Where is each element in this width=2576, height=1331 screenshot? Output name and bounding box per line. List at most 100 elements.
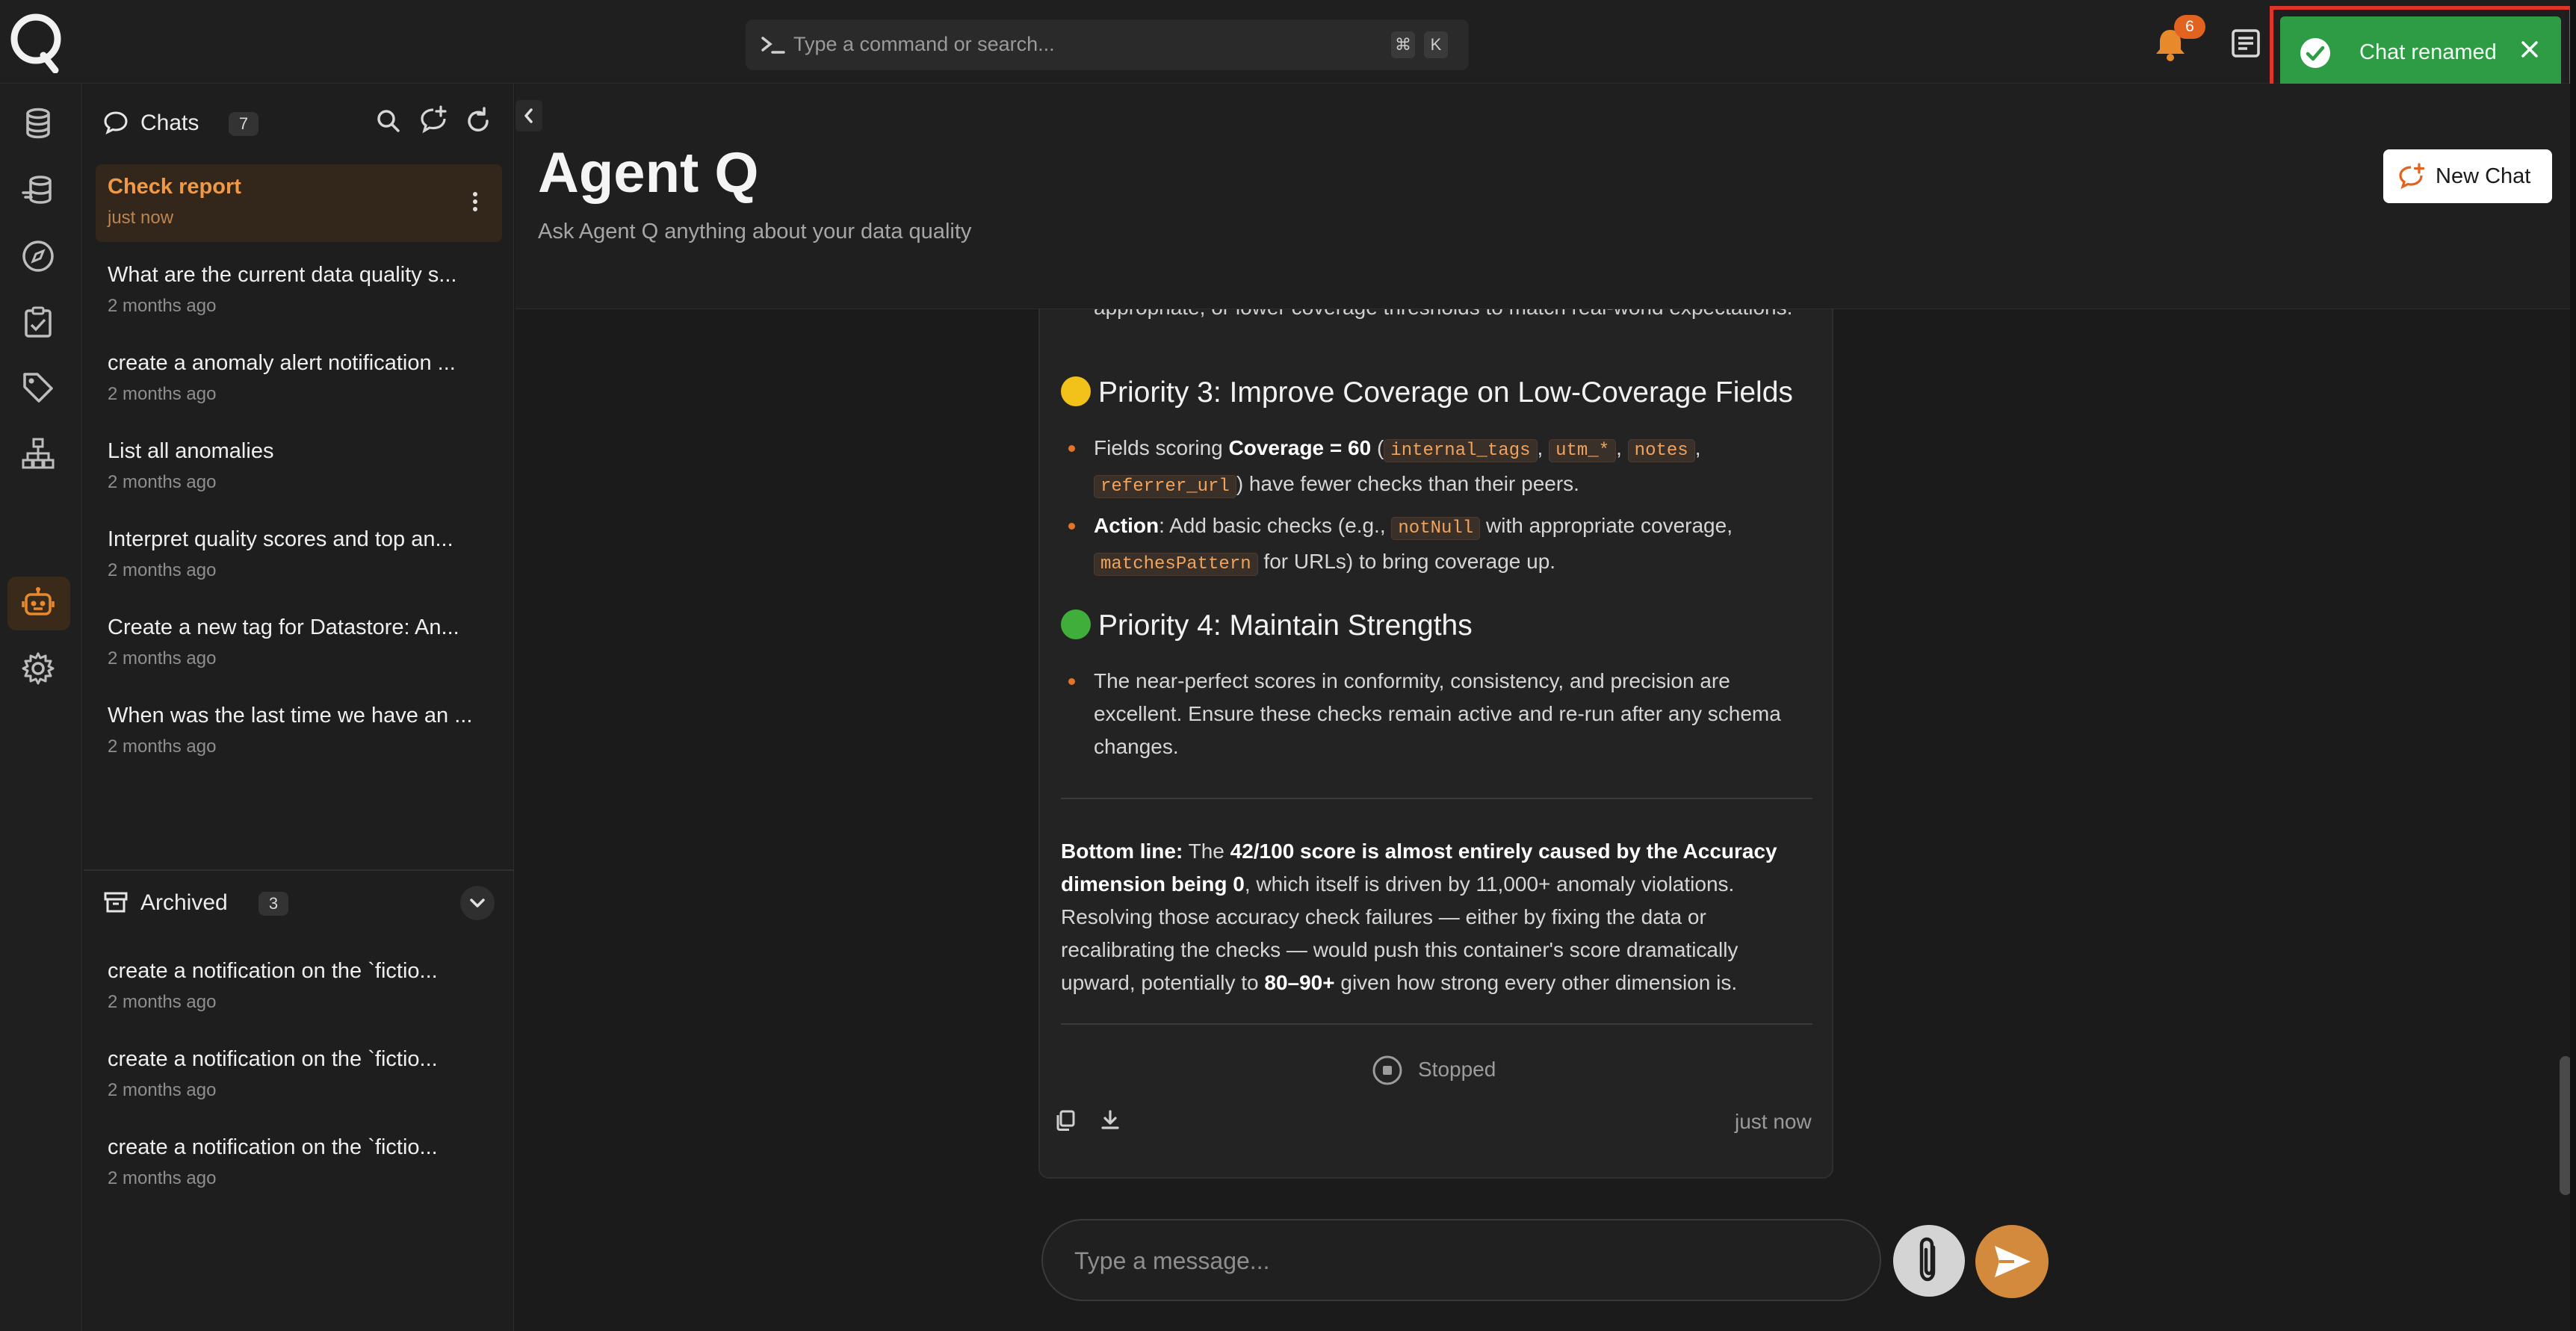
attach-button[interactable] [1893,1225,1965,1297]
archived-expand-button[interactable] [460,886,495,920]
settings-icon[interactable] [21,651,55,686]
toast-chat-renamed: Chat renamed [2280,16,2561,88]
priority-3-bullet-2: Action: Add basic checks (e.g., notNull … [1061,509,1808,581]
notifications-count-badge: 6 [2174,15,2205,39]
new-chat-label: New Chat [2436,164,2531,188]
copy-icon[interactable] [1053,1108,1077,1132]
refresh-icon[interactable] [462,105,495,137]
priority-3-bullet-1: Fields scoring Coverage = 60 (internal_t… [1061,432,1808,503]
send-button[interactable] [1975,1225,2049,1298]
page-subtitle: Ask Agent Q anything about your data qua… [538,220,972,243]
code-matchespattern: matchesPattern [1094,553,1258,576]
chat-item[interactable]: Interpret quality scores and top an... 2… [96,517,502,595]
chat-content-area: appropriate, or lower coverage threshold… [515,309,2576,1331]
more-options-icon[interactable] [466,185,484,218]
stop-circle-icon [1372,1055,1402,1085]
chat-item-title: Check report [108,175,241,199]
priority-3-heading: Priority 3: Improve Coverage on Low-Cove… [1061,376,1793,409]
close-toast-icon[interactable] [2518,37,2542,61]
chat-item-title: create a notification on the `fictio... [108,1135,438,1159]
code-utm: utm_* [1549,439,1617,462]
archived-title: Archived [140,890,228,915]
message-timestamp: just now [1735,1110,1812,1133]
window-edge [2570,0,2576,1331]
chat-bubble-icon [104,111,128,134]
new-chat-button[interactable]: New Chat [2383,149,2552,203]
chat-item-title: Create a new tag for Datastore: An... [108,615,459,639]
message-placeholder: Type a message... [1074,1247,1270,1274]
chat-item[interactable]: List all anomalies 2 months ago [96,429,502,506]
priority-4-list: The near-perfect scores in conformity, c… [1061,665,1808,769]
status-label: Stopped [1418,1058,1496,1081]
archived-count-badge: 3 [258,892,288,916]
chat-item[interactable]: What are the current data quality s... 2… [96,252,502,330]
collapse-panel-button[interactable] [515,100,542,131]
paperclip-icon [1919,1237,1936,1282]
release-notes-icon[interactable] [2229,27,2262,60]
separator-line [1061,798,1812,799]
chat-list-panel: Chats 7 Check report just now What are t… [84,84,514,1331]
yellow-circle-icon [1061,376,1091,406]
priority-3-title: Priority 3: Improve Coverage on Low-Cove… [1098,376,1793,409]
chat-item-time: 2 months ago [108,296,217,316]
archived-item[interactable]: create a notification on the `fictio... … [96,1125,502,1203]
page-title: Agent Q [538,141,759,205]
chat-item-title: List all anomalies [108,439,274,463]
terminal-prompt-icon [761,37,785,54]
chat-item-title: create a notification on the `fictio... [108,1047,438,1071]
priority-4-title: Priority 4: Maintain Strengths [1098,609,1473,642]
chat-item-time: 2 months ago [108,992,217,1012]
database-icon[interactable] [21,106,55,140]
shortcut-cmd-key: ⌘ [1391,31,1415,58]
qualytics-logo-icon[interactable] [9,10,66,73]
chat-item[interactable]: create a anomaly alert notification ... … [96,341,502,418]
lineage-icon[interactable] [21,436,55,471]
archived-item[interactable]: create a notification on the `fictio... … [96,1037,502,1114]
chat-item[interactable]: When was the last time we have an ... 2 … [96,693,502,771]
command-search-bar[interactable]: Type a command or search... ⌘ K [746,19,1469,70]
panel-divider [84,869,514,871]
chat-item[interactable]: Create a new tag for Datastore: An... 2 … [96,605,502,683]
priority-3-list: Fields scoring Coverage = 60 (internal_t… [1061,432,1808,587]
checks-icon[interactable] [21,305,55,339]
chat-item-title: What are the current data quality s... [108,263,457,287]
code-referrer-url: referrer_url [1094,475,1236,498]
chat-item-title: create a notification on the `fictio... [108,959,438,983]
separator-line [1061,1023,1812,1025]
chat-item-time: 2 months ago [108,384,217,404]
explore-icon[interactable] [21,239,55,273]
search-chats-icon[interactable] [372,105,405,137]
new-chat-icon [2399,163,2425,190]
chat-item-time: 2 months ago [108,560,217,580]
navigation-rail [0,84,82,1331]
command-placeholder: Type a command or search... [793,33,1055,55]
chat-item-time: 2 months ago [108,736,217,757]
code-internal-tags: internal_tags [1384,439,1538,462]
chat-item-title: create a anomaly alert notification ... [108,351,456,375]
priority-4-bullet-1: The near-perfect scores in conformity, c… [1061,665,1808,763]
chat-item-check-report[interactable]: Check report just now [96,164,502,242]
datastore-icon[interactable] [21,173,55,208]
new-chat-icon[interactable] [417,105,450,137]
code-notes: notes [1627,439,1695,462]
tags-icon[interactable] [21,370,55,405]
assistant-message-card: appropriate, or lower coverage threshold… [1038,309,1833,1179]
message-input[interactable]: Type a message... [1041,1219,1881,1301]
archive-box-icon [104,892,128,913]
chevron-left-icon [524,108,533,123]
chat-item-time: just now [108,208,174,228]
chat-item-title: When was the last time we have an ... [108,704,473,727]
chats-count-badge: 7 [229,112,258,136]
top-bar: Type a command or search... ⌘ K 6 [0,0,2576,84]
archived-item[interactable]: create a notification on the `fictio... … [96,949,502,1026]
chat-item-time: 2 months ago [108,472,217,492]
priority-4-heading: Priority 4: Maintain Strengths [1061,609,1473,642]
main-header [515,84,2576,309]
download-icon[interactable] [1098,1108,1122,1132]
green-circle-icon [1061,609,1091,639]
message-clipped-text: appropriate, or lower coverage threshold… [1094,309,1796,324]
toast-message: Chat renamed [2359,40,2497,64]
code-notnull: notNull [1391,517,1481,540]
agent-icon[interactable] [21,586,55,620]
bottom-line-text: Bottom line: The 42/100 score is almost … [1061,840,1777,994]
